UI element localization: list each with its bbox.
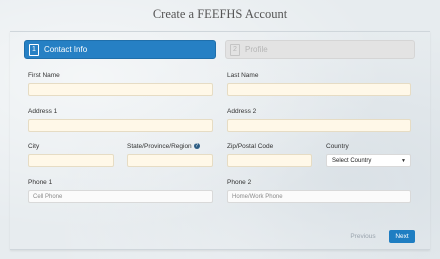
country-label: Country (326, 143, 349, 150)
previous-button[interactable]: Previous (346, 230, 380, 243)
first-name-label: First Name (28, 72, 60, 79)
phone2-placeholder: Home/Work Phone (232, 194, 283, 200)
phone2-input[interactable]: Home/Work Phone (227, 190, 411, 203)
state-label-wrap: State/Province/Region? (127, 143, 200, 150)
phone1-placeholder: Cell Phone (33, 194, 63, 200)
next-button[interactable]: Next (389, 230, 415, 243)
step-tab-contact-info[interactable]: 1 Contact Info (24, 40, 216, 59)
last-name-input[interactable] (227, 83, 411, 96)
city-input[interactable] (28, 154, 114, 167)
address2-label: Address 2 (227, 108, 257, 115)
zip-input[interactable] (227, 154, 312, 167)
city-label: City (28, 143, 40, 150)
step-number-1: 1 (29, 43, 39, 56)
address2-input[interactable] (227, 119, 411, 132)
country-selected-value: Select Country (332, 158, 372, 164)
caret-down-icon: ▼ (401, 158, 406, 164)
country-select[interactable]: Select Country ▼ (326, 154, 411, 167)
address1-input[interactable] (28, 119, 213, 132)
step-label-contact-info: Contact Info (44, 45, 88, 54)
phone1-label: Phone 1 (28, 179, 53, 186)
page-title: Create a FEEFHS Account (152, 7, 288, 21)
last-name-label: Last Name (227, 72, 259, 79)
question-circle-icon[interactable]: ? (193, 143, 200, 150)
form-card (10, 31, 430, 250)
address1-label: Address 1 (28, 108, 58, 115)
phone1-input[interactable]: Cell Phone (28, 190, 213, 203)
state-label: State/Province/Region (127, 143, 192, 150)
phone2-label: Phone 2 (227, 179, 252, 186)
step-label-profile: Profile (245, 45, 268, 54)
step-number-2: 2 (230, 43, 240, 56)
zip-label: Zip/Postal Code (227, 143, 274, 150)
first-name-input[interactable] (28, 83, 213, 96)
step-tab-profile[interactable]: 2 Profile (225, 40, 415, 59)
state-input[interactable] (127, 154, 213, 167)
